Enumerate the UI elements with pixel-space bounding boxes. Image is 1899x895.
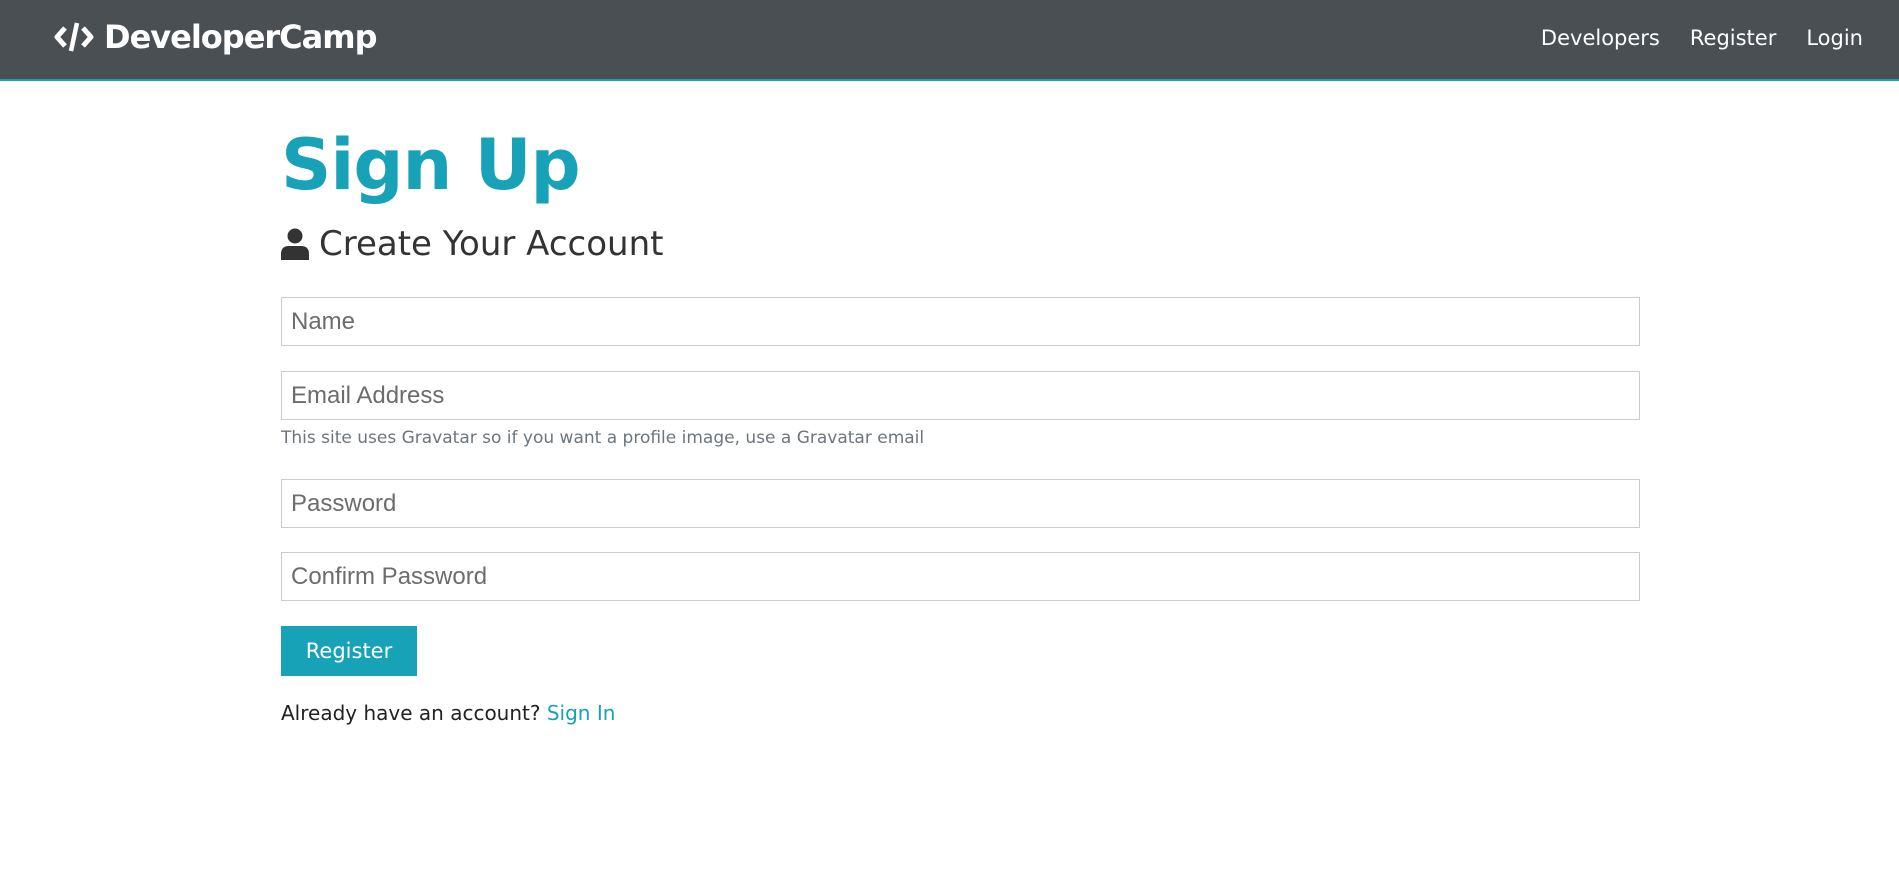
name-input[interactable]	[281, 297, 1640, 346]
signin-prompt: Already have an account? Sign In	[281, 701, 615, 725]
password-input[interactable]	[281, 479, 1640, 528]
subtitle-text: Create Your Account	[319, 224, 664, 264]
confirm-password-input[interactable]	[281, 552, 1640, 601]
navbar: DeveloperCamp Developers Register Login	[0, 0, 1899, 81]
page-title: Sign Up	[281, 124, 581, 206]
brand-link[interactable]: DeveloperCamp	[54, 18, 377, 56]
user-icon	[281, 228, 309, 260]
already-text: Already have an account?	[281, 701, 541, 725]
nav-developers[interactable]: Developers	[1541, 26, 1660, 50]
email-help-text: This site uses Gravatar so if you want a…	[281, 428, 925, 448]
nav-login[interactable]: Login	[1806, 26, 1863, 50]
code-icon	[54, 22, 94, 52]
register-button[interactable]: Register	[281, 626, 417, 676]
nav-register[interactable]: Register	[1690, 26, 1776, 50]
email-input[interactable]	[281, 371, 1640, 420]
page-subtitle: Create Your Account	[281, 224, 663, 264]
signin-link[interactable]: Sign In	[547, 701, 616, 725]
brand-name: DeveloperCamp	[104, 18, 377, 56]
